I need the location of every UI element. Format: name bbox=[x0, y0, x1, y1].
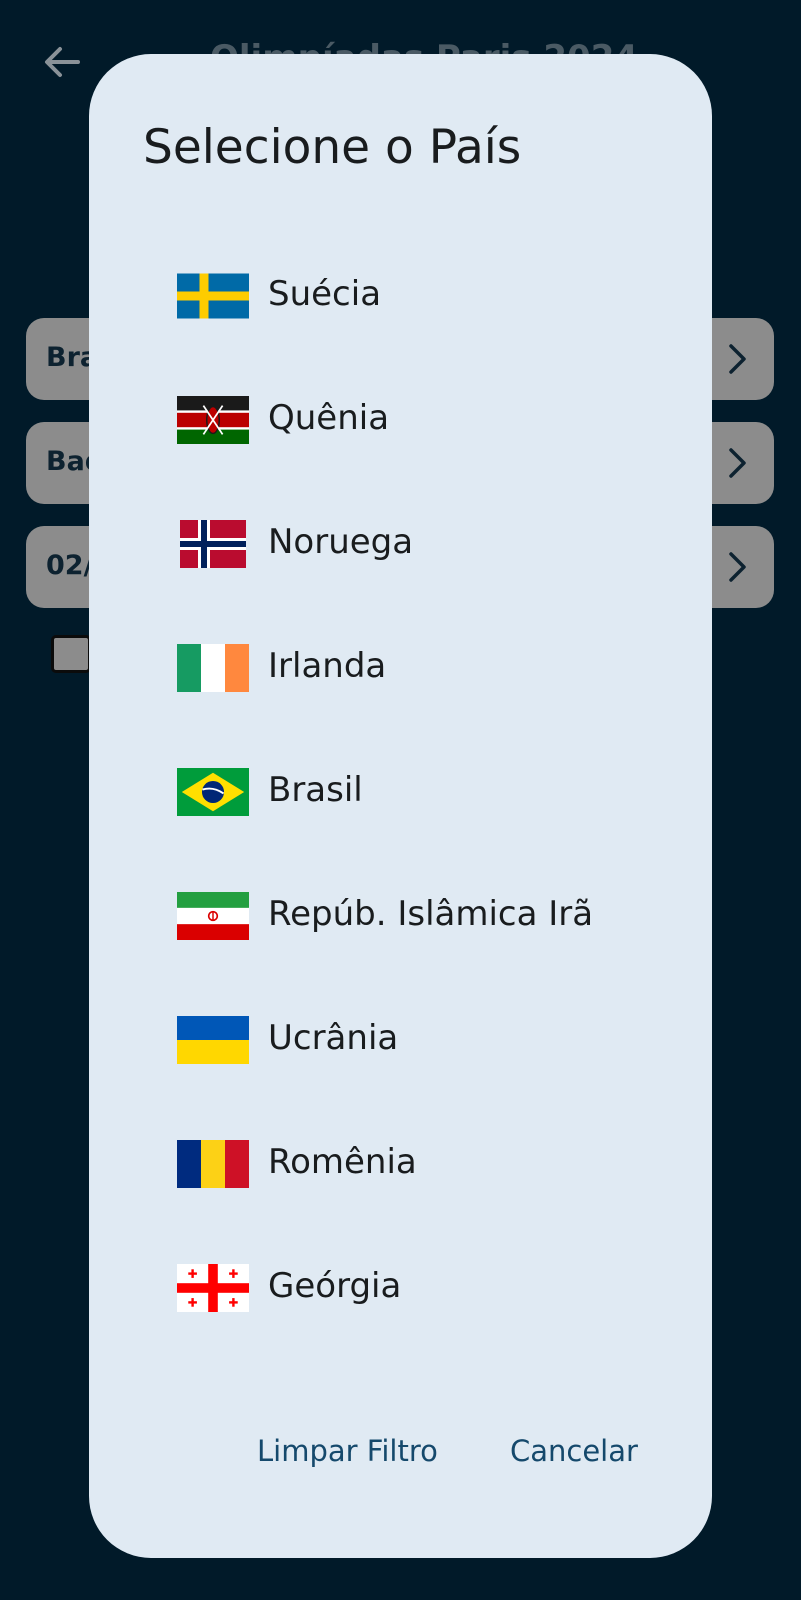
sweden-flag-icon bbox=[177, 273, 249, 319]
cancel-button[interactable]: Cancelar bbox=[510, 1434, 638, 1468]
country-item-noruega[interactable]: Noruega bbox=[89, 472, 712, 596]
country-item-georgia[interactable]: Geórgia bbox=[89, 1216, 712, 1340]
ireland-flag-icon bbox=[177, 644, 249, 692]
country-name: Quênia bbox=[268, 398, 390, 438]
row-label: 02/ bbox=[46, 550, 94, 581]
country-name: Suécia bbox=[268, 274, 382, 314]
country-name: Irlanda bbox=[268, 646, 387, 686]
country-item-brasil[interactable]: Brasil bbox=[89, 720, 712, 844]
dialog-title: Selecione o País bbox=[143, 120, 522, 175]
chevron-right-icon bbox=[729, 448, 746, 478]
filter-checkbox[interactable] bbox=[51, 635, 91, 673]
country-item-romenia[interactable]: Romênia bbox=[89, 1092, 712, 1216]
ukraine-flag-icon bbox=[177, 1016, 249, 1064]
country-item-suecia[interactable]: Suécia bbox=[89, 224, 712, 348]
georgia-flag-icon bbox=[177, 1264, 249, 1312]
chevron-right-icon bbox=[729, 552, 746, 582]
country-name: Ucrânia bbox=[268, 1018, 399, 1058]
iran-flag-icon bbox=[177, 892, 249, 940]
country-name: Geórgia bbox=[268, 1266, 402, 1306]
back-arrow-icon[interactable] bbox=[40, 40, 84, 84]
country-picker-dialog: Selecione o País Suécia Quênia Noruega I… bbox=[89, 54, 712, 1558]
kenya-flag-icon bbox=[177, 396, 249, 444]
country-item-irlanda[interactable]: Irlanda bbox=[89, 596, 712, 720]
country-name: Repúb. Islâmica Irã bbox=[268, 894, 594, 934]
country-name: Brasil bbox=[268, 770, 363, 810]
country-name: Romênia bbox=[268, 1142, 417, 1182]
romania-flag-icon bbox=[177, 1140, 249, 1188]
country-name: Noruega bbox=[268, 522, 414, 562]
brazil-flag-icon bbox=[177, 768, 249, 816]
country-item-ira[interactable]: Repúb. Islâmica Irã bbox=[89, 844, 712, 968]
country-item-ucrania[interactable]: Ucrânia bbox=[89, 968, 712, 1092]
chevron-right-icon bbox=[729, 344, 746, 374]
country-item-quenia[interactable]: Quênia bbox=[89, 348, 712, 472]
norway-flag-icon bbox=[180, 520, 246, 568]
clear-filter-button[interactable]: Limpar Filtro bbox=[257, 1434, 438, 1468]
